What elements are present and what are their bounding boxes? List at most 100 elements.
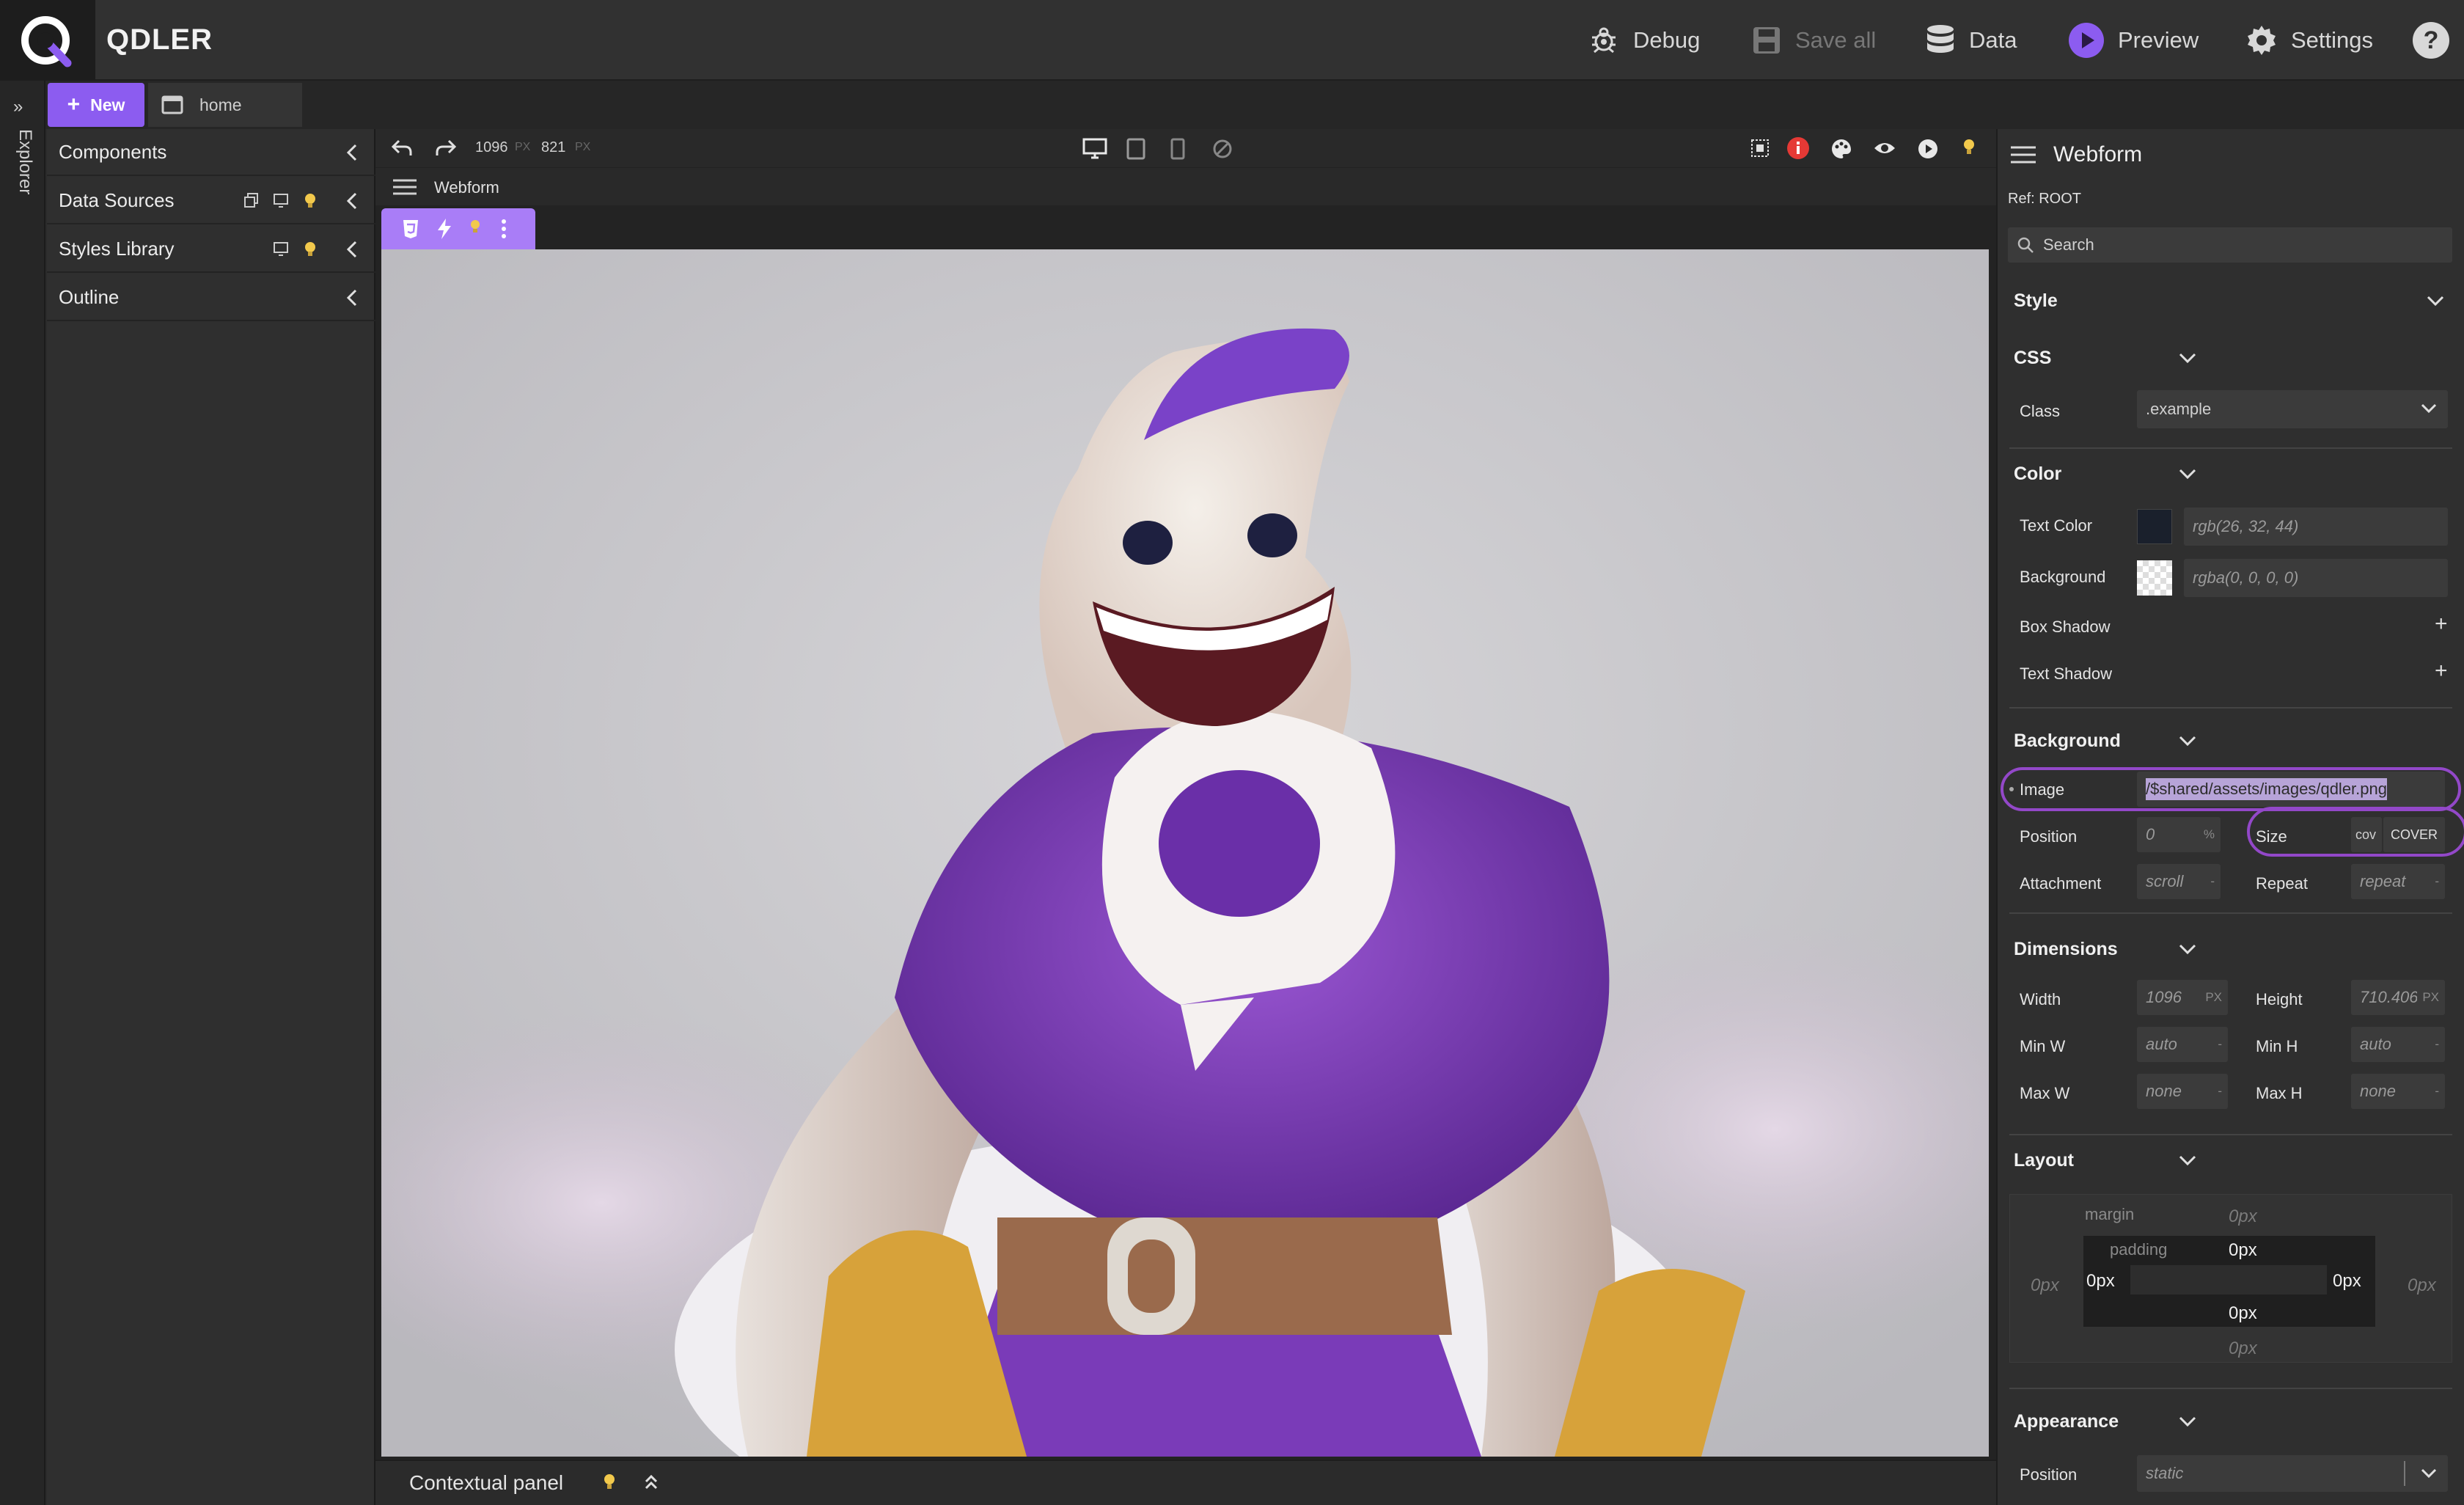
chevron-left-icon[interactable] [343,142,361,163]
margin-left-value[interactable]: 0px [2031,1275,2059,1296]
chevrons-up-icon[interactable] [644,1474,659,1490]
attachment-select[interactable]: scroll - [2137,864,2221,899]
lightning-icon[interactable] [436,217,453,241]
mobile-icon[interactable] [1170,138,1185,160]
help-button[interactable]: ? [2413,22,2449,59]
chevron-down-icon[interactable] [2178,466,2197,481]
grid-icon[interactable] [1750,138,1770,158]
chevron-left-icon[interactable] [343,288,361,308]
class-select[interactable]: .example [2137,390,2448,428]
chevron-down-icon[interactable] [2178,1414,2197,1429]
data-sources-section[interactable]: Data Sources [47,177,375,224]
undo-icon[interactable] [390,138,414,158]
contextual-panel-label[interactable]: Contextual panel [409,1471,563,1495]
appearance-position-value: static [2146,1464,2184,1482]
screen-icon[interactable] [273,241,289,257]
new-button[interactable]: + New [48,83,144,127]
css-section-title[interactable]: CSS [2014,348,2051,369]
box-shadow-label: Box Shadow [2020,618,2111,636]
min-height-input[interactable]: auto - [2351,1027,2445,1062]
app-logo[interactable] [0,0,95,81]
expand-explorer-icon[interactable]: » [13,97,23,117]
width-input[interactable]: 1096 PX [2137,980,2228,1015]
debug-button[interactable]: Debug [1588,18,1700,63]
bulb-icon[interactable] [304,241,317,258]
play-icon[interactable] [1917,138,1939,160]
tablet-icon[interactable] [1126,138,1145,160]
size-select[interactable]: COVER [2383,817,2445,852]
chevron-left-icon[interactable] [343,239,361,260]
css3-icon[interactable] [402,219,419,239]
hamburger-icon[interactable] [392,178,418,196]
add-text-shadow-icon[interactable]: + [2435,659,2448,684]
chevron-down-icon[interactable] [2178,1153,2197,1168]
padding-left-value[interactable]: 0px [2086,1271,2115,1292]
explorer-tab[interactable]: Explorer [10,129,35,217]
chevron-down-icon[interactable] [2178,351,2197,365]
image-input[interactable]: /$shared/assets/images/qdler.png [2137,772,2445,807]
max-width-input[interactable]: none - [2137,1074,2228,1109]
settings-button[interactable]: Settings [2245,18,2373,63]
hamburger-icon[interactable] [2009,145,2037,164]
canvas-height-value[interactable]: 821 [541,139,565,156]
margin-right-value[interactable]: 0px [2408,1275,2436,1296]
layout-section-title[interactable]: Layout [2014,1150,2074,1171]
breadcrumb-webform[interactable]: Webform [434,178,499,197]
bulb-icon[interactable] [304,192,317,210]
min-width-input[interactable]: auto - [2137,1027,2228,1062]
bulb-icon[interactable] [469,219,481,236]
color-section-title[interactable]: Color [2014,464,2061,485]
padding-bottom-value[interactable]: 0px [2229,1303,2257,1324]
margin-bottom-value[interactable]: 0px [2229,1339,2257,1359]
position-input[interactable]: 0 % [2137,817,2221,852]
desktop-icon[interactable] [1082,138,1107,160]
background-color-swatch[interactable] [2137,560,2172,596]
outline-section[interactable]: Outline [47,274,375,321]
canvas-width-value[interactable]: 1096 [475,139,508,156]
webform-canvas[interactable] [381,249,1989,1457]
search-input[interactable]: Search [2008,227,2452,263]
tab-home-label: home [199,95,242,114]
padding-label: padding [2110,1240,2168,1259]
height-input[interactable]: 710.406 PX [2351,980,2445,1015]
appearance-position-select[interactable]: static [2137,1455,2448,1492]
chevron-down-icon[interactable] [2178,733,2197,748]
tab-home[interactable]: home [148,83,302,127]
eye-icon[interactable] [1873,139,1896,157]
info-icon[interactable] [1786,136,1810,160]
left-panel: Components Data Sources Styles Library O… [47,129,375,1505]
text-color-input[interactable]: rgb(26, 32, 44) [2184,508,2448,546]
more-vertical-icon[interactable] [500,219,507,239]
max-height-input[interactable]: none - [2351,1074,2445,1109]
margin-top-value[interactable]: 0px [2229,1206,2257,1227]
screen-icon[interactable] [273,192,289,208]
text-color-swatch[interactable] [2137,509,2172,544]
padding-right-value[interactable]: 0px [2333,1271,2361,1292]
copy-icon[interactable] [243,192,260,208]
chevron-down-icon[interactable] [2426,293,2445,308]
components-section[interactable]: Components [47,129,375,176]
bulb-icon[interactable] [1962,138,1976,157]
dimensions-section-title[interactable]: Dimensions [2014,939,2118,960]
components-label: Components [59,140,167,163]
search-placeholder: Search [2043,235,2094,254]
chevron-down-icon [2421,403,2437,414]
bulb-icon[interactable] [603,1473,616,1492]
chevron-down-icon[interactable] [2178,942,2197,956]
save-all-button[interactable]: Save all [1751,18,1876,63]
background-color-input[interactable]: rgba(0, 0, 0, 0) [2184,559,2448,597]
appearance-section-title[interactable]: Appearance [2014,1411,2119,1432]
background-section-title[interactable]: Background [2014,730,2121,752]
preview-button[interactable]: Preview [2068,18,2199,63]
repeat-select[interactable]: repeat - [2351,864,2445,899]
chevron-left-icon[interactable] [343,191,361,211]
add-box-shadow-icon[interactable]: + [2435,612,2448,637]
rotate-icon[interactable] [1211,138,1233,160]
styles-library-section[interactable]: Styles Library [47,226,375,273]
style-section-title[interactable]: Style [2014,290,2058,312]
padding-top-value[interactable]: 0px [2229,1240,2257,1261]
palette-icon[interactable] [1830,138,1852,160]
data-button[interactable]: Data [1925,18,2017,63]
size-input[interactable]: cov [2351,817,2382,852]
redo-icon[interactable] [434,138,458,158]
